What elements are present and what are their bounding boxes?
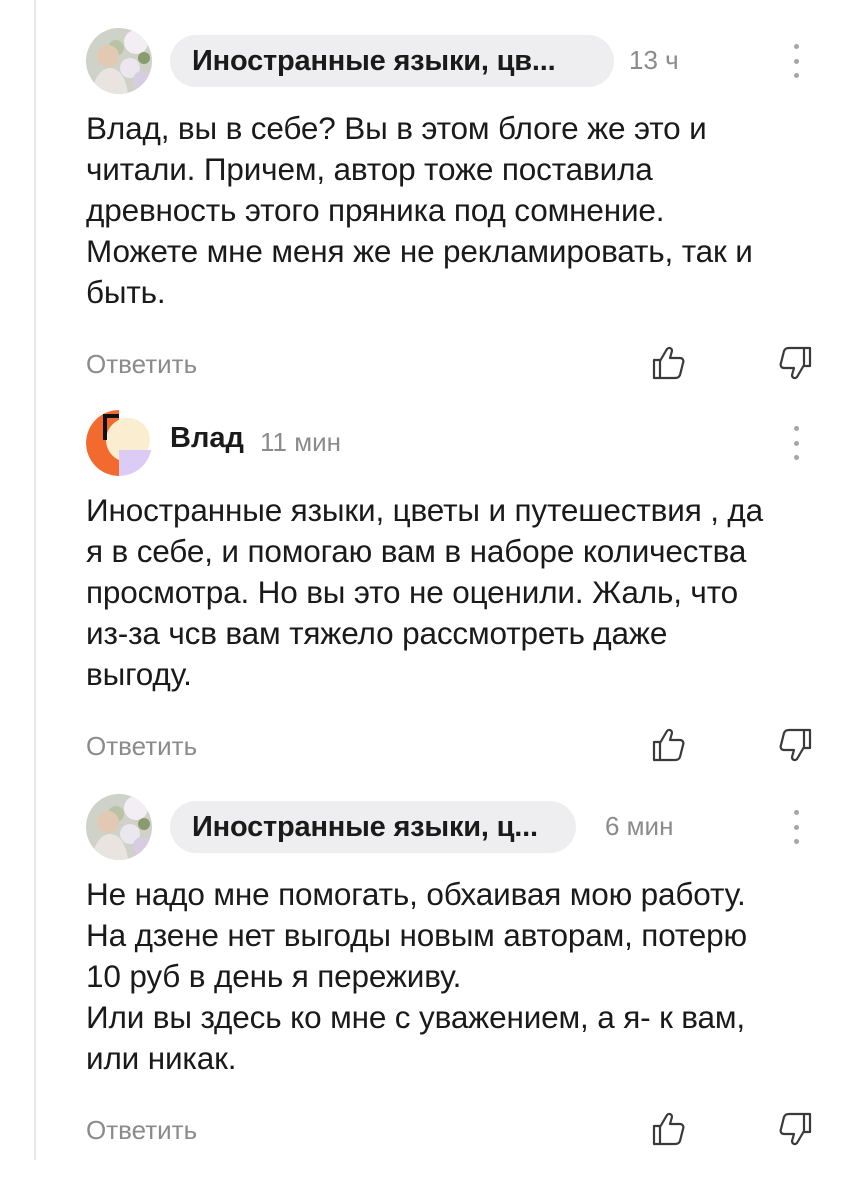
author-name: Иностранные языки, ц... <box>192 810 538 843</box>
avatar[interactable] <box>86 794 152 860</box>
avatar[interactable] <box>86 28 152 94</box>
thread-line <box>34 0 36 1160</box>
thumbs-up-icon[interactable] <box>648 1109 688 1149</box>
avatar-photo <box>86 28 152 94</box>
author-chip[interactable]: Иностранные языки, ц... <box>170 801 576 853</box>
avatar[interactable] <box>86 410 152 476</box>
reply-button[interactable]: Ответить <box>86 349 197 380</box>
author-name[interactable]: Влад <box>170 422 244 455</box>
reply-button[interactable]: Ответить <box>86 1115 197 1146</box>
comment-text: Иностранные языки, цветы и путешествия ,… <box>86 492 764 692</box>
comment-actions: Ответить <box>86 333 826 393</box>
comment-actions: Ответить <box>86 715 826 775</box>
comment-header: Иностранные языки, цв... 13 ч <box>86 26 826 96</box>
comment: Влад 11 мин Иностранные языки, цветы и п… <box>86 408 826 775</box>
thumbs-up-icon[interactable] <box>648 343 688 383</box>
thumbs-down-icon[interactable] <box>776 1109 816 1149</box>
reply-button[interactable]: Ответить <box>86 731 197 762</box>
comment-text: Влад, вы в себе? Вы в этом блоге же это … <box>86 110 753 310</box>
comment-time: 13 ч <box>629 45 679 75</box>
comment: Иностранные языки, ц... 6 мин Не надо мн… <box>86 792 826 1159</box>
comment: Иностранные языки, цв... 13 ч Влад, вы в… <box>86 26 826 393</box>
comment-header: Иностранные языки, ц... 6 мин <box>86 792 826 862</box>
avatar-photo <box>86 794 152 860</box>
comment-header: Влад 11 мин <box>86 408 826 478</box>
thumbs-up-icon[interactable] <box>648 725 688 765</box>
comment-time: 11 мин <box>260 427 341 457</box>
thumbs-down-icon[interactable] <box>776 725 816 765</box>
author-chip[interactable]: Иностранные языки, цв... <box>170 35 614 87</box>
comment-text: Не надо мне помогать, обхаивая мою работ… <box>86 876 748 1076</box>
comment-actions: Ответить <box>86 1099 826 1159</box>
more-vertical-icon[interactable] <box>788 44 804 78</box>
avatar-abstract <box>86 410 152 476</box>
more-vertical-icon[interactable] <box>788 810 804 844</box>
more-vertical-icon[interactable] <box>788 426 804 460</box>
comment-time: 6 мин <box>605 811 674 841</box>
thumbs-down-icon[interactable] <box>776 343 816 383</box>
author-name: Иностранные языки, цв... <box>192 44 556 77</box>
